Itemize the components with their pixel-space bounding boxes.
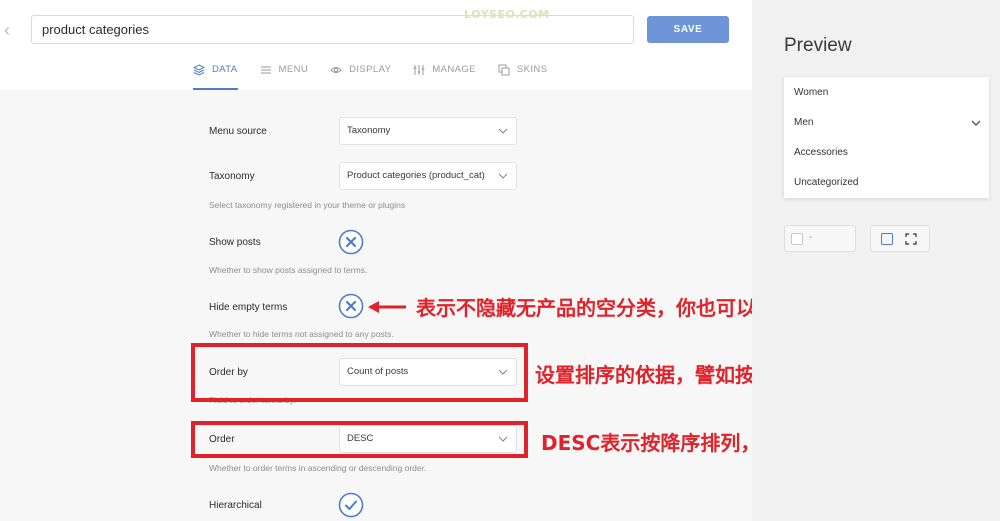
chevron-down-icon <box>498 128 508 134</box>
check-circle-icon <box>338 492 364 518</box>
menu-source-select[interactable]: Taxonomy <box>339 117 517 145</box>
hierarchical-toggle[interactable] <box>338 492 364 518</box>
save-button[interactable]: SAVE <box>647 16 729 43</box>
view-mode-switch <box>870 225 930 252</box>
tab-menu-label: MENU <box>278 64 309 75</box>
hide-empty-toggle[interactable] <box>338 293 364 319</box>
taxonomy-label: Taxonomy <box>209 171 255 182</box>
layers-icon <box>193 64 205 76</box>
taxonomy-select[interactable]: Product categories (product_cat) <box>339 162 517 190</box>
copy-icon <box>498 64 510 76</box>
hierarchical-label: Hierarchical <box>209 500 262 511</box>
fullscreen-icon[interactable] <box>905 233 917 245</box>
taxonomy-value: Product categories (product_cat) <box>347 170 485 181</box>
chevron-down-icon[interactable] <box>971 119 981 127</box>
order-value: DESC <box>347 433 374 444</box>
tab-skins[interactable]: SKINS <box>498 58 548 90</box>
tab-display-label: DISPLAY <box>349 64 392 75</box>
chevron-down-icon <box>498 436 508 442</box>
tab-bar: DATA MENU DISPLAY MANAGE SKINS <box>193 58 569 90</box>
menu-item-women[interactable]: Women <box>794 87 828 98</box>
order-by-value: Count of posts <box>347 366 409 377</box>
show-posts-label: Show posts <box>209 237 261 248</box>
chevron-down-icon <box>498 369 508 375</box>
order-by-select[interactable]: Count of posts <box>339 358 517 386</box>
square-icon[interactable] <box>881 233 893 245</box>
order-label: Order <box>209 434 235 445</box>
background-color-picker[interactable]: - <box>784 225 856 252</box>
preview-title: Preview <box>784 35 852 56</box>
tab-display[interactable]: DISPLAY <box>330 58 391 90</box>
preview-panel: Preview Women Men Accessories Uncategori… <box>752 0 1000 521</box>
tab-data-label: DATA <box>212 64 238 75</box>
menu-item-uncategorized[interactable]: Uncategorized <box>794 177 858 188</box>
show-posts-toggle[interactable] <box>338 229 364 255</box>
order-select[interactable]: DESC <box>339 425 517 453</box>
menu-source-label: Menu source <box>209 126 267 137</box>
menu-source-value: Taxonomy <box>347 125 391 136</box>
show-posts-help: Whether to show posts assigned to terms. <box>209 265 368 275</box>
editor-area: ‹ SAVE LOYSEO.COM DATA MENU DISPLAY MANA… <box>0 0 895 521</box>
annotation-arrow-icon <box>368 301 406 313</box>
chevron-left-icon[interactable]: ‹ <box>4 21 18 39</box>
preview-menu: Women Men Accessories Uncategorized <box>784 77 989 198</box>
top-bar: ‹ SAVE LOYSEO.COM DATA MENU DISPLAY MANA… <box>0 0 752 90</box>
color-value: - <box>809 232 813 243</box>
menu-icon <box>260 66 271 74</box>
x-circle-icon <box>338 293 364 319</box>
tab-manage-label: MANAGE <box>432 64 476 75</box>
tab-skins-label: SKINS <box>516 64 548 75</box>
taxonomy-help: Select taxonomy registered in your theme… <box>209 200 406 210</box>
chevron-down-icon <box>498 173 508 179</box>
watermark-text: LOYSEO.COM <box>464 8 550 21</box>
tab-data[interactable]: DATA <box>193 58 238 90</box>
color-swatch-icon <box>791 233 803 245</box>
eye-icon <box>330 67 342 73</box>
hide-empty-label: Hide empty terms <box>209 302 288 313</box>
tab-manage[interactable]: MANAGE <box>413 58 476 90</box>
x-circle-icon <box>338 229 364 255</box>
hide-empty-help: Whether to hide terms not assigned to an… <box>209 329 394 339</box>
menu-item-accessories[interactable]: Accessories <box>794 147 848 158</box>
order-by-label: Order by <box>209 367 248 378</box>
sliders-icon <box>413 65 425 75</box>
menu-item-men[interactable]: Men <box>794 117 813 128</box>
order-help: Whether to order terms in ascending or d… <box>209 463 427 473</box>
tab-menu[interactable]: MENU <box>260 58 309 90</box>
